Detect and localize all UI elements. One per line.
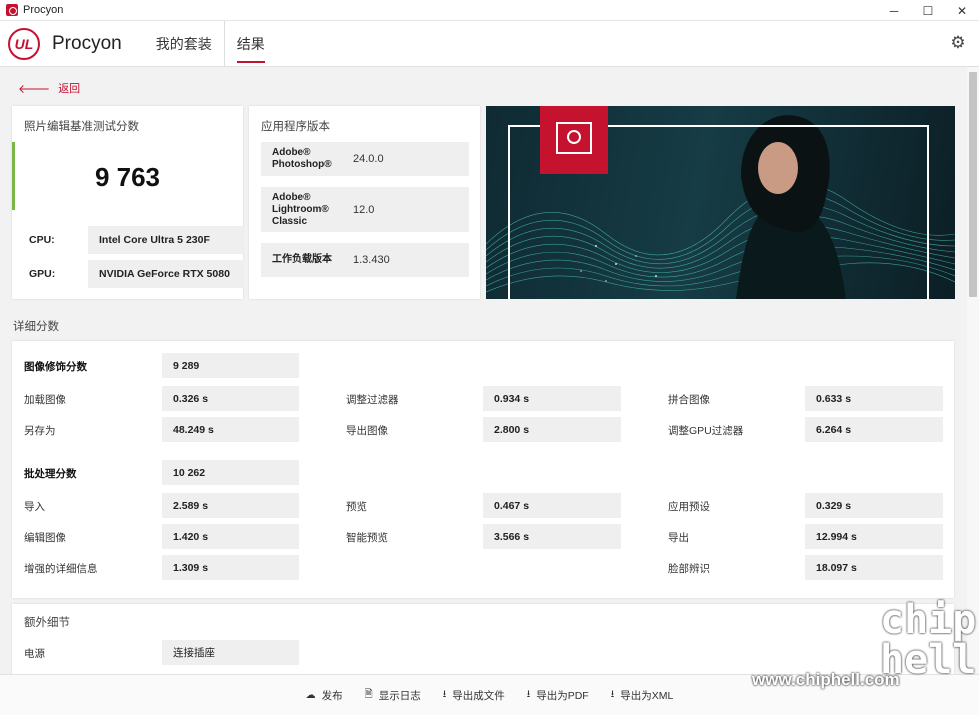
main-nav: 我的套装 结果: [144, 20, 277, 67]
metric-label: 导出图像: [346, 424, 388, 437]
app-version: 1.3.430: [353, 254, 390, 266]
metric-value: 1.420 s: [162, 524, 299, 549]
retouch-score-value: 9 289: [162, 353, 299, 378]
maximize-button[interactable]: ☐: [911, 0, 945, 21]
cloud-upload-icon: ☁: [305, 689, 316, 701]
show-log-label: 显示日志: [378, 689, 421, 702]
export-file-label: 导出成文件: [452, 689, 505, 702]
app-version: 24.0.0: [353, 153, 384, 165]
metric-label: 增强的详细信息: [24, 562, 98, 575]
gpu-row: GPU: NVIDIA GeForce RTX 5080: [29, 260, 244, 288]
metric-label: 应用预设: [668, 500, 710, 513]
power-label: 电源: [24, 647, 45, 660]
app-row-workload: 工作负载版本 1.3.430: [261, 243, 469, 277]
metric-value: 48.249 s: [162, 417, 299, 442]
metric-value: 0.326 s: [162, 386, 299, 411]
batch-score-label: 批处理分数: [24, 467, 77, 480]
export-file-button[interactable]: ⭳ 导出成文件: [443, 687, 505, 704]
metric-label: 导入: [24, 500, 45, 513]
metric-label: 加载图像: [24, 393, 66, 406]
ul-logo: UL: [8, 27, 40, 60]
back-link[interactable]: 🡐 返回: [18, 80, 80, 96]
window-titlebar: Procyon ─ ☐ ✕: [0, 0, 979, 21]
metric-value: 0.467 s: [483, 493, 621, 518]
app-version: 12.0: [353, 203, 375, 216]
chiphell-watermark-text: www.chiphell.com: [752, 670, 900, 689]
hero-image: [486, 106, 955, 299]
download-icon: ⭳: [526, 688, 531, 700]
gpu-value: NVIDIA GeForce RTX 5080: [88, 260, 244, 288]
scrollbar-thumb[interactable]: [969, 72, 977, 297]
download-icon: ⭳: [610, 688, 615, 700]
metric-label: 智能预览: [346, 531, 388, 544]
metric-value: 3.566 s: [483, 524, 621, 549]
metric-label: 导出: [668, 531, 689, 544]
overall-score: 9 763: [94, 162, 161, 192]
download-icon: ⭳: [442, 688, 447, 700]
tab-results[interactable]: 结果: [223, 20, 277, 67]
window-controls: ─ ☐ ✕: [877, 0, 979, 21]
export-xml-label: 导出为XML: [620, 689, 674, 702]
export-pdf-button[interactable]: ⭳ 导出为PDF: [527, 687, 589, 704]
show-log-button[interactable]: 🗎 显示日志: [365, 687, 421, 704]
app-version-card: 应用程序版本 Adobe® Photoshop® 24.0.0 Adobe® L…: [249, 106, 480, 299]
metric-value: 12.994 s: [805, 524, 943, 549]
metric-label: 拼合图像: [668, 393, 710, 406]
retouch-score-label: 图像修饰分数: [24, 360, 87, 373]
window-title: Procyon: [23, 4, 64, 16]
metric-value: 1.309 s: [162, 555, 299, 580]
app-row-photoshop: Adobe® Photoshop® 24.0.0: [261, 142, 469, 176]
details-section-title: 详细分数: [13, 321, 59, 333]
cpu-value: Intel Core Ultra 5 230F: [88, 226, 244, 254]
power-value: 连接插座: [162, 640, 299, 665]
export-pdf-label: 导出为PDF: [536, 689, 589, 702]
publish-button[interactable]: ☁ 发布: [306, 688, 343, 703]
metric-label: 调整GPU过滤器: [668, 424, 744, 437]
benchmark-score-card: 照片编辑基准测试分数 9 763 CPU: Intel Core Ultra 5…: [12, 106, 244, 299]
metric-label: 另存为: [24, 424, 56, 437]
metric-value: 6.264 s: [805, 417, 943, 442]
cpu-row: CPU: Intel Core Ultra 5 230F: [29, 226, 244, 254]
metric-label: 编辑图像: [24, 531, 66, 544]
app-name: 工作负载版本: [272, 254, 332, 265]
detailed-scores-card: 图像修饰分数 9 289 加载图像 0.326 s 调整过滤器 0.934 s …: [12, 341, 954, 598]
metric-value: 0.329 s: [805, 493, 943, 518]
publish-label: 发布: [321, 689, 343, 702]
metric-value: 2.589 s: [162, 493, 299, 518]
gpu-label: GPU:: [29, 268, 56, 280]
metric-value: 0.633 s: [805, 386, 943, 411]
chiphell-watermark-logo: chip hell: [880, 597, 977, 683]
arrow-left-icon: 🡐: [18, 81, 51, 96]
metric-value: 18.097 s: [805, 555, 943, 580]
app-row-lightroom: Adobe® Lightroom® Classic 12.0: [261, 187, 469, 232]
metric-label: 预览: [346, 500, 367, 513]
app-header: UL Procyon 我的套装 结果 ⚙: [0, 20, 979, 67]
app-card-title: 应用程序版本: [261, 121, 330, 133]
batch-score-value: 10 262: [162, 460, 299, 485]
tab-my-suites[interactable]: 我的套装: [144, 21, 224, 67]
close-button[interactable]: ✕: [945, 0, 979, 21]
extra-section-title: 额外细节: [24, 617, 70, 629]
metric-label: 脸部辨识: [668, 562, 710, 575]
procyon-app-icon: [6, 4, 18, 16]
extra-details-card: 额外细节 电源 连接插座: [12, 604, 954, 674]
metric-value: 0.934 s: [483, 386, 621, 411]
back-label: 返回: [58, 83, 81, 95]
score-card-title: 照片编辑基准测试分数: [24, 121, 139, 133]
photo-benchmark-badge-icon: [540, 106, 608, 174]
gear-icon[interactable]: ⚙: [949, 34, 967, 52]
export-xml-button[interactable]: ⭳ 导出为XML: [611, 687, 674, 704]
document-icon: 🗎: [364, 688, 373, 700]
metric-value: 2.800 s: [483, 417, 621, 442]
app-name: Adobe® Lightroom® Classic: [272, 191, 329, 227]
metric-label: 调整过滤器: [346, 393, 399, 406]
cpu-label: CPU:: [29, 234, 55, 246]
app-name: Adobe® Photoshop®: [272, 147, 332, 170]
brand-name: Procyon: [52, 32, 122, 54]
minimize-button[interactable]: ─: [877, 0, 911, 21]
